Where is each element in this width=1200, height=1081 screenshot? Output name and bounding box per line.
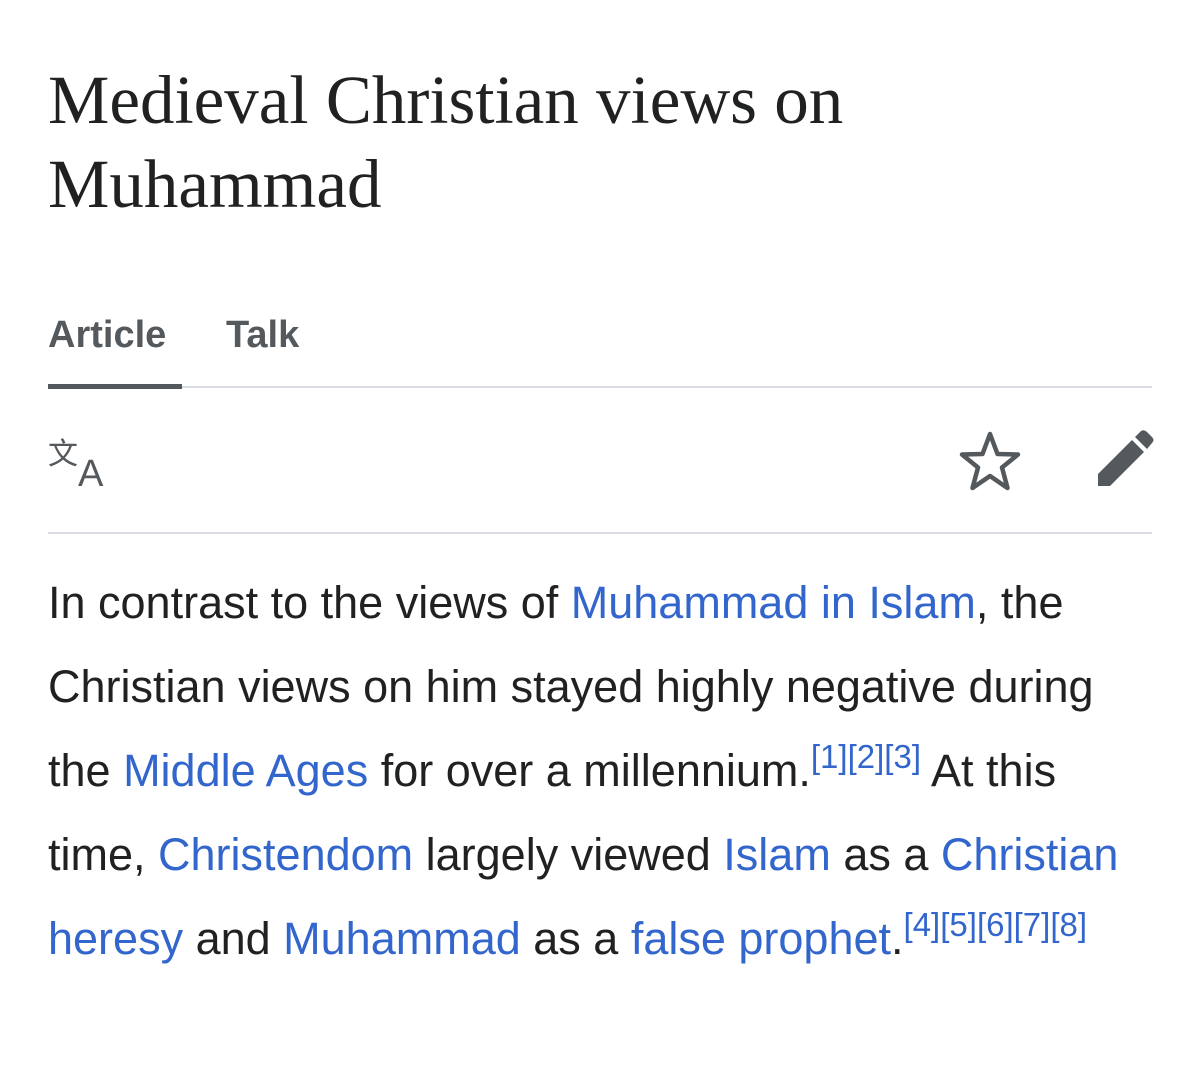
- citation-group: [1][2][3]: [811, 738, 921, 775]
- link-muhammad[interactable]: Muhammad: [283, 913, 521, 964]
- text-run: largely viewed: [413, 829, 724, 880]
- text-run: .: [891, 913, 904, 964]
- citation-group: [4][5][6][7][8]: [904, 906, 1088, 943]
- text-run: for over a millennium.: [368, 745, 811, 796]
- lead-paragraph: In contrast to the views of Muhammad in …: [48, 561, 1152, 981]
- svg-text:文: 文: [48, 437, 78, 472]
- star-icon[interactable]: [958, 430, 1022, 494]
- text-run: In contrast to the views of: [48, 577, 571, 628]
- page-title: Medieval Christian views on Muhammad: [48, 62, 844, 222]
- citation-link[interactable]: [4]: [904, 906, 941, 943]
- article-body: In contrast to the views of Muhammad in …: [48, 561, 1152, 981]
- link-middle-ages[interactable]: Middle Ages: [123, 745, 368, 796]
- svg-text:A: A: [78, 453, 104, 490]
- namespace-tabs: Article Talk: [48, 300, 1152, 389]
- language-icon[interactable]: 文 A: [48, 434, 112, 495]
- citation-link[interactable]: [3]: [884, 738, 921, 775]
- citation-link[interactable]: [5]: [940, 906, 977, 943]
- page-actions-toolbar: 文 A: [48, 388, 1154, 534]
- link-christendom[interactable]: Christendom: [158, 829, 413, 880]
- tab-talk[interactable]: Talk: [226, 314, 299, 357]
- link-false-prophet[interactable]: false prophet: [631, 913, 891, 964]
- tab-article[interactable]: Article: [48, 314, 166, 357]
- citation-link[interactable]: [7]: [1014, 906, 1051, 943]
- citation-link[interactable]: [8]: [1050, 906, 1087, 943]
- link-islam[interactable]: Islam: [723, 829, 831, 880]
- text-run: as a: [520, 913, 631, 964]
- text-run: and: [183, 913, 284, 964]
- citation-link[interactable]: [1]: [811, 738, 848, 775]
- text-run: as a: [830, 829, 941, 880]
- edit-pencil-icon[interactable]: [1092, 430, 1154, 492]
- link-muhammad-in-islam[interactable]: Muhammad in Islam: [571, 577, 976, 628]
- citation-link[interactable]: [6]: [977, 906, 1014, 943]
- citation-link[interactable]: [2]: [848, 738, 885, 775]
